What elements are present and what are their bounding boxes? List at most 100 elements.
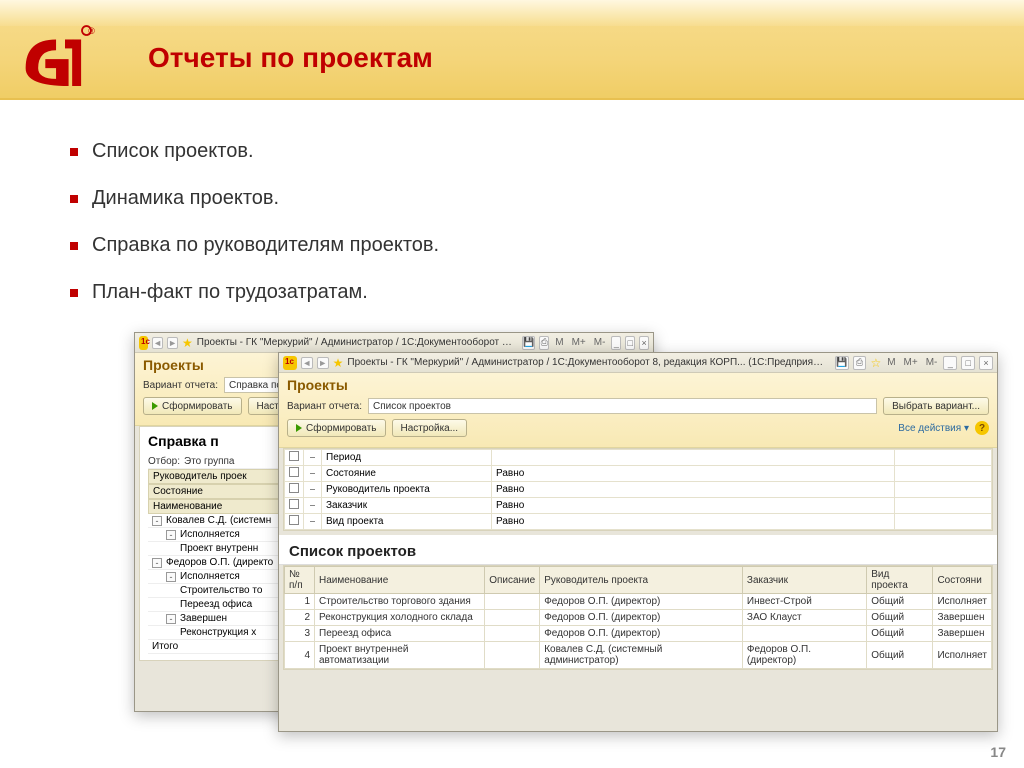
bullet-item: Динамика проектов. xyxy=(70,187,439,210)
table-row[interactable]: 2Реконструкция холодного складаФедоров О… xyxy=(285,610,992,626)
filter-row[interactable]: ⎯Вид проектаРавно xyxy=(285,514,992,530)
mem-mplus[interactable]: M+ xyxy=(902,357,920,368)
close-icon[interactable]: × xyxy=(639,336,649,350)
table-row[interactable]: 1Строительство торгового зданияФедоров О… xyxy=(285,594,992,610)
column-header[interactable]: Наименование xyxy=(315,567,485,594)
help-icon[interactable]: ? xyxy=(975,421,989,435)
bullet-item: Список проектов. xyxy=(70,140,439,163)
column-header[interactable]: Заказчик xyxy=(742,567,866,594)
filter-value[interactable] xyxy=(894,498,991,514)
variant-label: Вариант отчета: xyxy=(287,401,362,412)
column-header[interactable]: Вид проекта xyxy=(867,567,933,594)
select-variant-button[interactable]: Выбрать вариант... xyxy=(883,397,989,415)
app-icon xyxy=(283,356,297,370)
minimize-icon[interactable]: _ xyxy=(943,356,957,370)
mem-m[interactable]: M xyxy=(885,357,897,368)
variant-input[interactable]: Список проектов xyxy=(368,398,877,414)
cell-state: Исполняет xyxy=(933,642,992,669)
filter-name: Вид проекта xyxy=(322,514,492,530)
cell-state: Завершен xyxy=(933,626,992,642)
cell-num: 2 xyxy=(285,610,315,626)
tree-label: Исполняется xyxy=(180,529,240,540)
filter-cond: Равно xyxy=(492,466,895,482)
mem-mminus[interactable]: M- xyxy=(924,357,940,368)
column-header[interactable]: № п/п xyxy=(285,567,315,594)
star-icon[interactable]: ☆ xyxy=(870,356,881,370)
table-row[interactable]: 3Переезд офисаФедоров О.П. (директор)Общ… xyxy=(285,626,992,642)
favorite-icon[interactable]: ★ xyxy=(182,336,193,350)
form-button[interactable]: Сформировать xyxy=(287,419,386,437)
expand-icon[interactable]: - xyxy=(152,516,162,526)
tree-label: Федоров О.П. (директо xyxy=(166,557,273,568)
filter-value: Это группа xyxy=(184,456,234,467)
print-icon[interactable]: ⎙ xyxy=(853,356,867,370)
tree-label: Итого xyxy=(152,641,178,652)
table-row[interactable]: 4Проект внутренней автоматизацииКовалев … xyxy=(285,642,992,669)
cell-desc xyxy=(485,642,540,669)
filter-type-icon: ⎯ xyxy=(304,498,322,514)
nav-back-icon[interactable]: ◄ xyxy=(301,357,313,369)
maximize-icon[interactable]: □ xyxy=(961,356,975,370)
tree-label: Переезд офиса xyxy=(180,599,252,610)
filter-row[interactable]: ⎯ЗаказчикРавно xyxy=(285,498,992,514)
cell-name: Строительство торгового здания xyxy=(315,594,485,610)
cell-desc xyxy=(485,626,540,642)
tree-label: Завершен xyxy=(180,613,227,624)
filter-row[interactable]: ⎯СостояниеРавно xyxy=(285,466,992,482)
filter-row[interactable]: ⎯Период xyxy=(285,450,992,466)
expand-icon[interactable]: - xyxy=(166,614,176,624)
close-icon[interactable]: × xyxy=(979,356,993,370)
nav-back-icon[interactable]: ◄ xyxy=(152,337,163,349)
cell-desc xyxy=(485,610,540,626)
filter-value[interactable] xyxy=(894,466,991,482)
bullet-list: Список проектов. Динамика проектов. Спра… xyxy=(70,140,439,328)
checkbox[interactable] xyxy=(289,515,299,525)
filters-table[interactable]: ⎯Период⎯СостояниеРавно⎯Руководитель прое… xyxy=(284,449,992,530)
titlebar[interactable]: ◄ ► ★ Проекты - ГК "Меркурий" / Админист… xyxy=(279,353,997,373)
mem-mplus[interactable]: M+ xyxy=(570,337,588,348)
filter-cond: Равно xyxy=(492,498,895,514)
checkbox[interactable] xyxy=(289,483,299,493)
filter-type-icon: ⎯ xyxy=(304,514,322,530)
print-icon[interactable]: ⎙ xyxy=(539,336,549,350)
filter-name: Руководитель проекта xyxy=(322,482,492,498)
minimize-icon[interactable]: _ xyxy=(611,336,621,350)
form-button[interactable]: Сформировать xyxy=(143,397,242,415)
cell-kind: Общий xyxy=(867,594,933,610)
filter-value[interactable] xyxy=(894,450,991,466)
window-front: ◄ ► ★ Проекты - ГК "Меркурий" / Админист… xyxy=(278,352,998,732)
panel: Проекты Вариант отчета: Список проектов … xyxy=(279,373,997,448)
cell-num: 1 xyxy=(285,594,315,610)
cell-kind: Общий xyxy=(867,610,933,626)
filters-area: ⎯Период⎯СостояниеРавно⎯Руководитель прое… xyxy=(283,448,993,531)
save-icon[interactable]: 💾 xyxy=(522,336,535,350)
data-table[interactable]: № п/пНаименованиеОписаниеРуководитель пр… xyxy=(284,566,992,669)
mem-m[interactable]: M xyxy=(553,337,565,348)
checkbox[interactable] xyxy=(289,499,299,509)
column-header[interactable]: Описание xyxy=(485,567,540,594)
checkbox[interactable] xyxy=(289,467,299,477)
all-actions-link[interactable]: Все действия ▾ xyxy=(898,423,969,434)
filter-value[interactable] xyxy=(894,514,991,530)
filter-value[interactable] xyxy=(894,482,991,498)
expand-icon[interactable]: - xyxy=(166,572,176,582)
cell-kind: Общий xyxy=(867,626,933,642)
column-header[interactable]: Состояни xyxy=(933,567,992,594)
titlebar[interactable]: ◄ ► ★ Проекты - ГК "Меркурий" / Админист… xyxy=(135,333,653,353)
expand-icon[interactable]: - xyxy=(166,530,176,540)
checkbox[interactable] xyxy=(289,451,299,461)
column-header[interactable]: Руководитель проекта xyxy=(540,567,743,594)
cell-num: 3 xyxy=(285,626,315,642)
maximize-icon[interactable]: □ xyxy=(625,336,635,350)
tree-label: Проект внутренн xyxy=(180,543,258,554)
expand-icon[interactable]: - xyxy=(152,558,162,568)
filter-type-icon: ⎯ xyxy=(304,482,322,498)
nav-fwd-icon[interactable]: ► xyxy=(167,337,178,349)
favorite-icon[interactable]: ★ xyxy=(333,356,344,370)
filter-row[interactable]: ⎯Руководитель проектаРавно xyxy=(285,482,992,498)
nav-fwd-icon[interactable]: ► xyxy=(317,357,329,369)
settings-button[interactable]: Настройка... xyxy=(392,419,468,437)
panel-title: Проекты xyxy=(287,377,989,393)
mem-mminus[interactable]: M- xyxy=(592,337,608,348)
save-icon[interactable]: 💾 xyxy=(835,356,849,370)
